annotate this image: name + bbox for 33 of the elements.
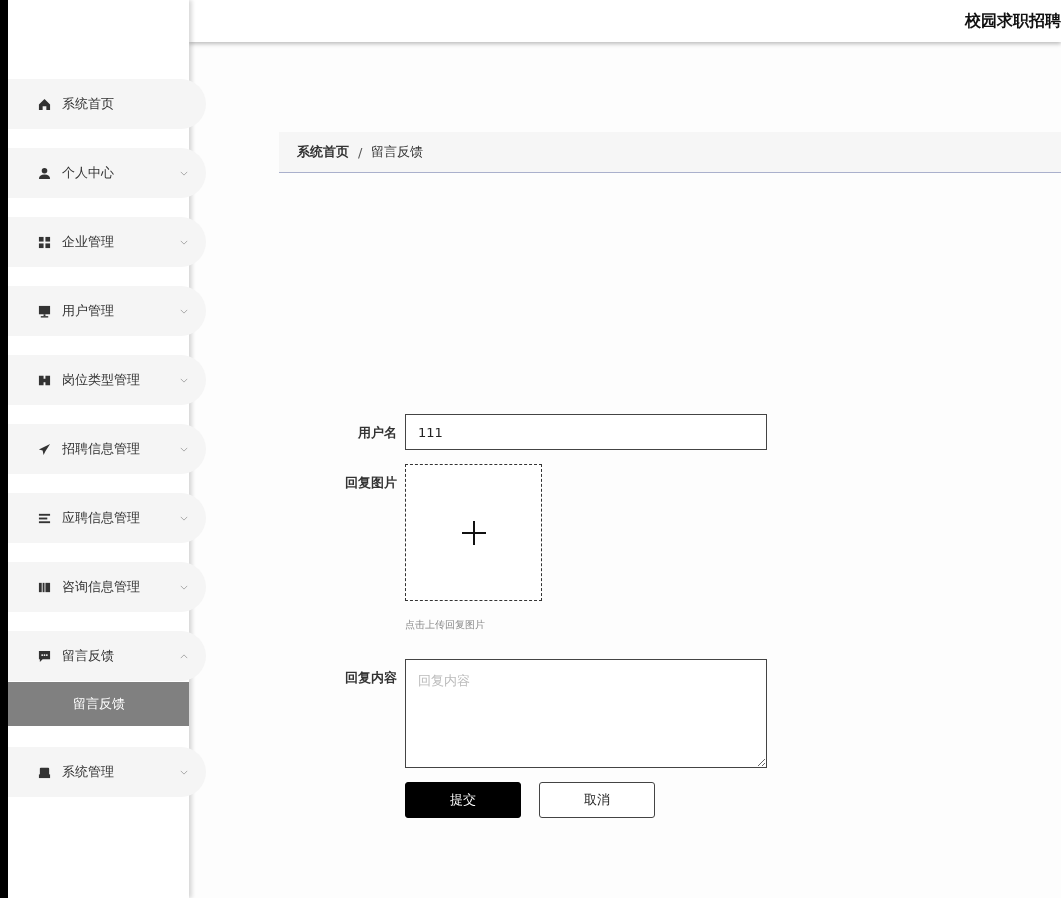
paper-plane-icon — [38, 442, 51, 456]
submit-button[interactable]: 提交 — [405, 782, 521, 818]
menu-item[interactable]: 企业管理 — [8, 217, 206, 267]
chat-icon — [38, 649, 51, 663]
menu-item[interactable]: 个人中心 — [8, 148, 206, 198]
text-area[interactable]: 回复内容 — [405, 659, 767, 768]
field-label: 用户名 — [357, 424, 397, 442]
menu-item[interactable]: 留言反馈 — [8, 631, 206, 681]
text-field[interactable]: 111 — [405, 414, 767, 450]
menu-item[interactable]: 咨询信息管理 — [8, 562, 206, 612]
home-icon — [38, 97, 51, 111]
monitor-icon — [38, 304, 51, 318]
book-icon — [38, 580, 51, 594]
breadcrumb-link[interactable]: 留言反馈 — [371, 143, 424, 161]
plus-icon — [461, 520, 486, 545]
field-label: 回复图片 — [344, 474, 397, 492]
field-label: 回复内容 — [344, 669, 397, 687]
grid-icon — [38, 235, 51, 249]
menu-item[interactable]: 系统首页 — [8, 79, 206, 129]
menu-item[interactable]: 应聘信息管理 — [8, 493, 206, 543]
site-title: 校园求职招聘 — [965, 10, 1061, 32]
upload-hint: 点击上传回复图片 — [405, 618, 486, 632]
breadcrumb-separator: / — [358, 144, 363, 160]
menu-item[interactable]: 系统管理 — [8, 747, 206, 797]
breadcrumb-link[interactable]: 系统首页 — [297, 143, 349, 161]
menu-item[interactable]: 招聘信息管理 — [8, 424, 206, 474]
upload-box[interactable] — [405, 464, 542, 601]
menu-item[interactable]: 岗位类型管理 — [8, 355, 206, 405]
cancel-button[interactable]: 取消 — [539, 782, 655, 818]
list-icon — [38, 511, 51, 525]
menu-item[interactable]: 用户管理 — [8, 286, 206, 336]
person-icon — [38, 166, 51, 180]
submenu-item[interactable]: 留言反馈 — [8, 682, 189, 726]
